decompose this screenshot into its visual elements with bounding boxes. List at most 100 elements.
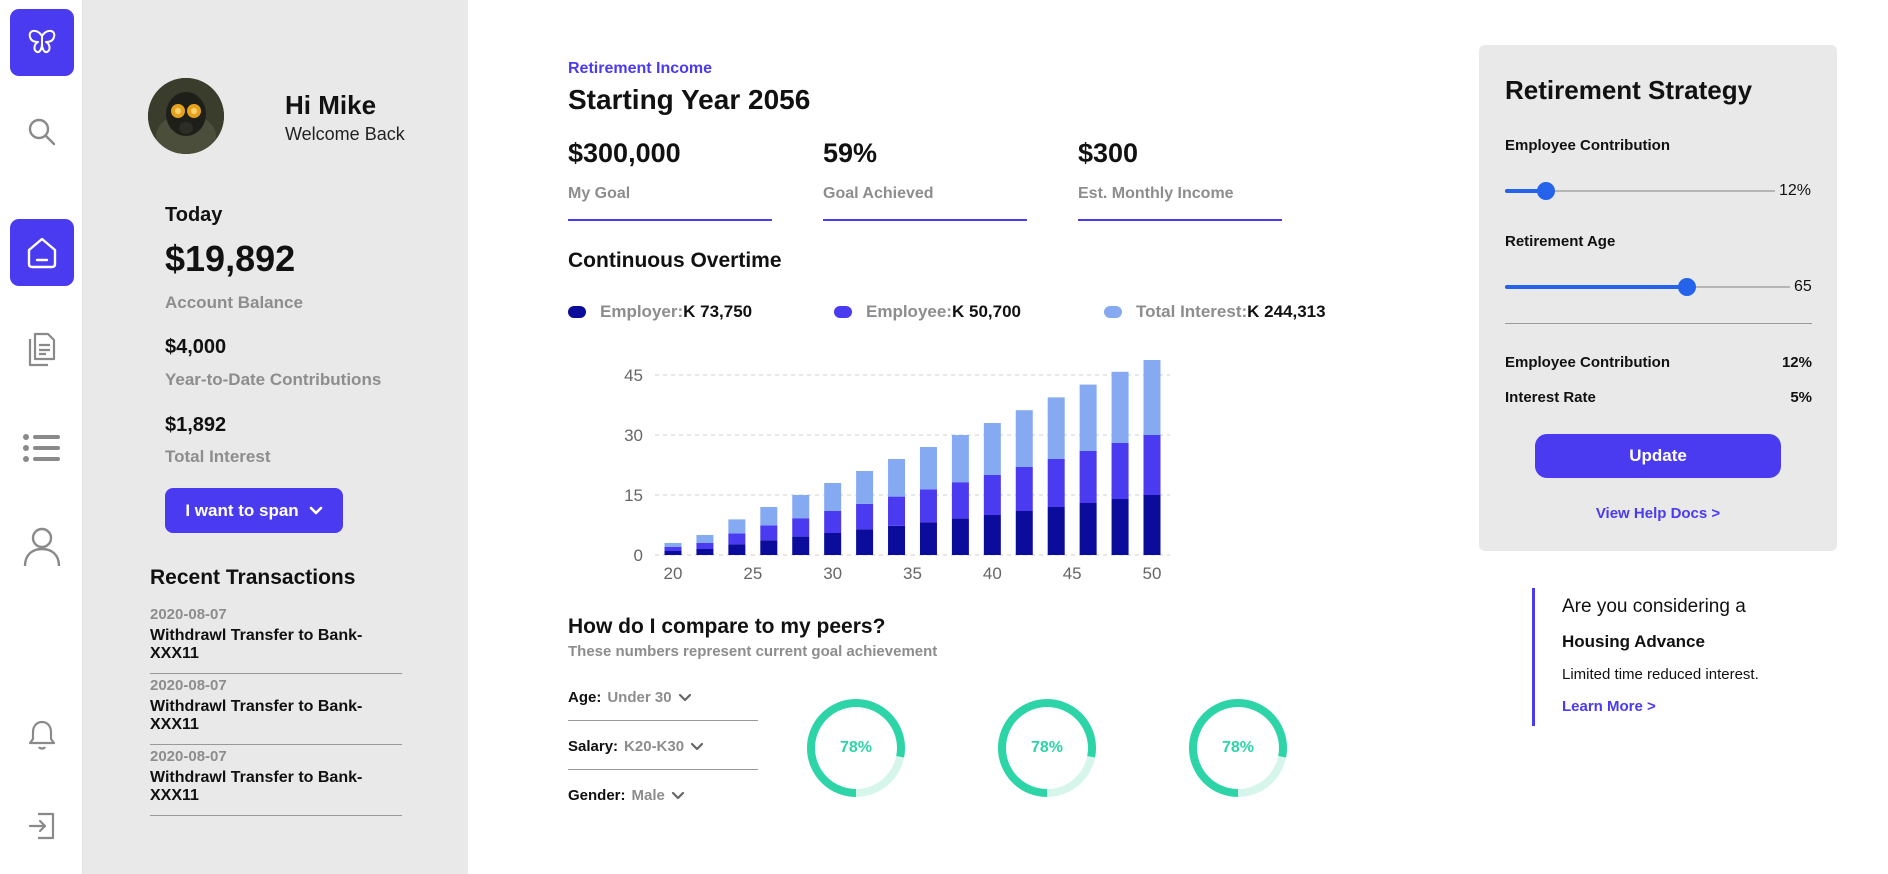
bar-segment — [951, 435, 969, 483]
bar-segment — [728, 533, 746, 545]
bar-segment — [728, 544, 746, 555]
legend-employer-swatch — [568, 306, 586, 318]
housing-advance-promo: Are you considering a Housing Advance Li… — [1532, 588, 1822, 726]
transaction-date: 2020-08-07 — [150, 748, 227, 765]
bar-segment — [1015, 410, 1033, 467]
bar-segment — [1047, 507, 1065, 555]
bar-segment — [983, 423, 1001, 475]
update-button[interactable]: Update — [1535, 434, 1781, 478]
summary-label: Interest Rate — [1505, 389, 1596, 406]
bar-segment — [792, 518, 810, 537]
documents-icon — [28, 332, 56, 366]
bar-segment — [888, 496, 906, 526]
employee-contribution-slider[interactable] — [1505, 181, 1775, 201]
bar-segment — [919, 447, 937, 490]
age-filter-value: Under 30 — [607, 689, 672, 706]
logout-button[interactable] — [10, 792, 74, 859]
transaction-date: 2020-08-07 — [150, 606, 227, 623]
list-icon — [23, 433, 60, 462]
retirement-strategy-card: Retirement Strategy Employee Contributio… — [1479, 45, 1837, 551]
search-button[interactable] — [10, 98, 74, 165]
logo-button[interactable] — [10, 9, 74, 76]
i-want-to-button[interactable]: I want to span — [165, 488, 343, 533]
slider-thumb[interactable] — [1678, 278, 1697, 296]
bar-segment — [1047, 397, 1065, 459]
goal-achieved-stat: 59% Goal Achieved — [823, 138, 1027, 221]
promo-headline: Housing Advance — [1562, 632, 1705, 651]
icon-rail — [0, 0, 83, 874]
chart-title: Continuous Overtime — [568, 249, 782, 272]
peer-donut: 78% — [996, 697, 1098, 799]
view-help-docs-link[interactable]: View Help Docs > — [1479, 505, 1837, 522]
peer-donut-label: 78% — [839, 739, 873, 756]
transaction-item[interactable]: 2020-08-07 Withdrawl Transfer to Bank-XX… — [150, 606, 402, 674]
account-balance: $19,892 — [165, 238, 296, 279]
page-title: Starting Year 2056 — [568, 84, 811, 115]
bar-segment — [824, 533, 842, 555]
home-button[interactable] — [10, 219, 74, 286]
bar-segment — [1111, 499, 1129, 555]
avatar[interactable] — [148, 78, 224, 154]
summary-interest-rate: Interest Rate 5% — [1505, 389, 1812, 406]
documents-button[interactable] — [10, 315, 74, 382]
age-filter[interactable]: Age: Under 30 — [568, 689, 758, 706]
goal-achieved-label: Goal Achieved — [823, 185, 934, 202]
employee-contribution-label: Employee Contribution — [1505, 137, 1670, 154]
card-divider — [1505, 323, 1812, 324]
y-tick-label: 45 — [624, 366, 643, 385]
summary-value: 12% — [1781, 354, 1812, 371]
transaction-item[interactable]: 2020-08-07 Withdrawl Transfer to Bank-XX… — [150, 677, 402, 745]
promo-description: Limited time reduced interest. — [1562, 666, 1759, 683]
gender-filter-value: Male — [631, 787, 665, 804]
monthly-income-stat: $300 Est. Monthly Income — [1078, 138, 1282, 221]
legend-employer: Employer: K 73,750 — [568, 302, 752, 322]
monthly-income-value: $300 — [1078, 138, 1139, 168]
search-icon — [28, 118, 56, 145]
slider-thumb[interactable] — [1536, 182, 1555, 200]
recent-transactions-title: Recent Transactions — [150, 566, 356, 589]
bar-segment — [824, 511, 842, 533]
bar-segment — [888, 525, 906, 555]
notifications-button[interactable] — [10, 701, 74, 768]
x-tick-label: 50 — [1143, 564, 1162, 583]
welcome-text: Welcome Back — [285, 124, 405, 144]
peers-subtitle: These numbers represent current goal ach… — [568, 643, 938, 660]
monthly-income-label: Est. Monthly Income — [1078, 185, 1234, 202]
gender-filter-key: Gender: — [568, 787, 626, 804]
bar-segment — [856, 529, 874, 555]
goal-value: $300,000 — [568, 138, 681, 168]
retirement-age-slider[interactable] — [1505, 277, 1790, 297]
greeting: Hi Mike — [285, 90, 377, 120]
bar-segment — [951, 482, 969, 519]
salary-filter[interactable]: Salary: K20-K30 — [568, 738, 758, 755]
x-tick-label: 35 — [903, 564, 922, 583]
x-tick-label: 40 — [983, 564, 1002, 583]
transaction-item[interactable]: 2020-08-07 Withdrawl Transfer to Bank-XX… — [150, 748, 402, 816]
chevron-down-icon — [671, 791, 684, 799]
bar-segment — [664, 543, 682, 547]
user-icon — [23, 527, 61, 566]
x-tick-label: 30 — [823, 564, 842, 583]
bar-segment — [728, 519, 746, 534]
chevron-down-icon — [309, 506, 322, 514]
bar-segment — [951, 518, 969, 555]
employee-contribution-value: 12% — [1779, 182, 1812, 199]
transaction-description: Withdrawl Transfer to Bank-XXX11 — [150, 627, 363, 662]
bar-segment — [760, 540, 778, 555]
profile-button[interactable] — [10, 513, 74, 580]
summary-employee-contribution: Employee Contribution 12% — [1505, 354, 1812, 371]
legend-total-interest: Total Interest: K 244,313 — [1104, 302, 1326, 322]
promo-question: Are you considering a — [1562, 596, 1746, 617]
peer-donut-label: 78% — [1030, 739, 1064, 756]
learn-more-link[interactable]: Learn More > — [1562, 698, 1656, 715]
filter-divider — [568, 769, 758, 770]
legend-employer-name: Employer: — [600, 302, 684, 321]
bar-segment — [856, 471, 874, 504]
bar-segment — [983, 475, 1001, 515]
list-button[interactable] — [10, 414, 74, 481]
bar-segment — [919, 489, 937, 523]
goal-achieved-value: 59% — [823, 138, 878, 168]
gender-filter[interactable]: Gender: Male — [568, 787, 758, 804]
bar-segment — [664, 547, 682, 551]
bar-segment — [1079, 503, 1097, 555]
